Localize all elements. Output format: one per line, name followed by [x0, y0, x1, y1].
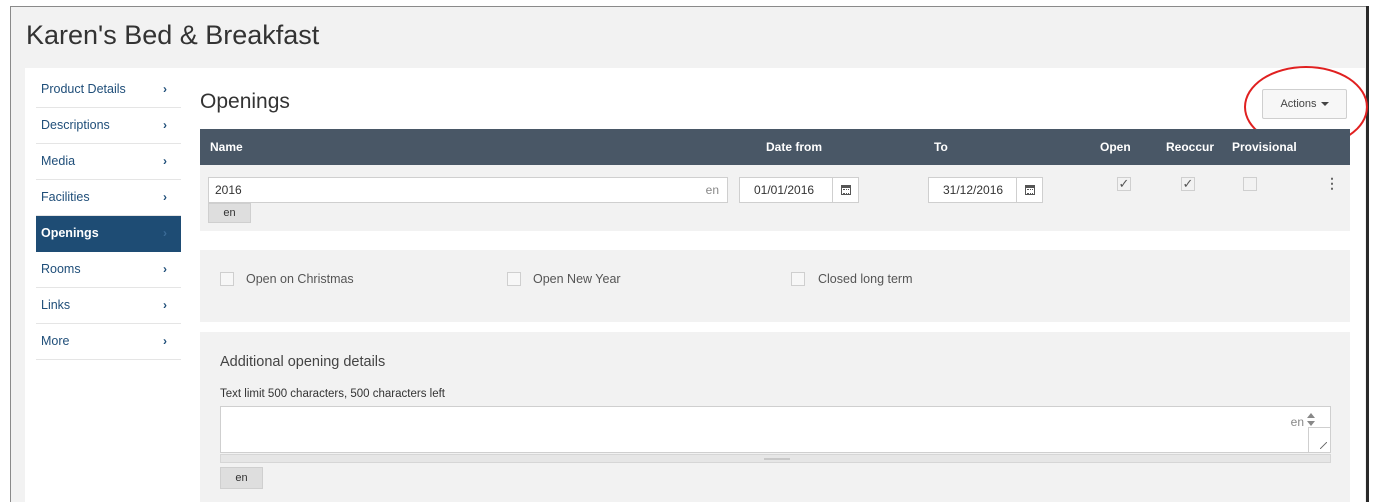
- sidebar-item-product-details[interactable]: Product Details ›: [36, 72, 181, 108]
- options-panel: [200, 250, 1350, 322]
- spinner-icon[interactable]: [1307, 412, 1316, 428]
- sidebar-item-label: Facilities: [41, 190, 90, 204]
- text-limit-note: Text limit 500 characters, 500 character…: [220, 388, 445, 400]
- closed-long-term-checkbox[interactable]: [791, 272, 805, 286]
- sidebar-item-more[interactable]: More ›: [36, 324, 181, 360]
- date-from-value: 01/01/2016: [754, 183, 815, 197]
- column-header-reoccur: Reoccur: [1166, 140, 1215, 154]
- sidebar-item-label: Media: [41, 154, 76, 168]
- date-to-value: 31/12/2016: [943, 183, 1004, 197]
- chevron-right-icon: ›: [163, 334, 167, 348]
- column-header-name: Name: [210, 140, 243, 154]
- calendar-icon[interactable]: [832, 178, 858, 202]
- additional-details-textarea[interactable]: en: [220, 406, 1331, 453]
- column-header-to: To: [934, 140, 948, 154]
- chevron-right-icon: ›: [163, 262, 167, 276]
- chevron-right-icon: ›: [163, 190, 167, 204]
- open-checkbox[interactable]: ✓: [1117, 177, 1131, 191]
- sidebar-item-label: Rooms: [41, 262, 81, 276]
- window-edge: [1366, 6, 1369, 502]
- chevron-right-icon: ›: [163, 298, 167, 312]
- reoccur-checkbox[interactable]: ✓: [1181, 177, 1195, 191]
- open-on-christmas-checkbox[interactable]: [220, 272, 234, 286]
- language-indicator: en: [705, 183, 719, 197]
- sidebar-item-descriptions[interactable]: Descriptions ›: [36, 108, 181, 144]
- language-tab-en[interactable]: en: [220, 467, 263, 489]
- language-tab-en[interactable]: en: [208, 203, 251, 223]
- sidebar-item-label: More: [41, 334, 70, 348]
- resize-handle-icon[interactable]: [1308, 427, 1330, 452]
- calendar-icon[interactable]: [1016, 178, 1042, 202]
- open-new-year-checkbox[interactable]: [507, 272, 521, 286]
- chevron-right-icon: ›: [163, 82, 167, 96]
- closed-long-term-label: Closed long term: [818, 272, 913, 286]
- sidebar: Product Details › Descriptions › Media ›…: [36, 72, 181, 360]
- openings-table-header: Name Date from To Open Reoccur Provision…: [200, 129, 1350, 165]
- sidebar-item-label: Openings: [41, 226, 99, 240]
- sidebar-item-openings[interactable]: Openings ›: [36, 216, 181, 252]
- checkmark-icon: ✓: [1118, 176, 1130, 191]
- opening-name-input[interactable]: 2016 en: [208, 177, 728, 203]
- date-to-input[interactable]: 31/12/2016: [928, 177, 1043, 203]
- open-on-christmas-label: Open on Christmas: [246, 272, 354, 286]
- sidebar-item-links[interactable]: Links ›: [36, 288, 181, 324]
- sidebar-item-facilities[interactable]: Facilities ›: [36, 180, 181, 216]
- column-header-date-from: Date from: [766, 140, 823, 154]
- additional-details-title: Additional opening details: [220, 354, 386, 370]
- sidebar-item-label: Descriptions: [41, 118, 110, 132]
- chevron-right-icon: ›: [163, 154, 167, 168]
- date-from-input[interactable]: 01/01/2016: [739, 177, 859, 203]
- provisional-checkbox[interactable]: [1243, 177, 1257, 191]
- sidebar-item-rooms[interactable]: Rooms ›: [36, 252, 181, 288]
- checkmark-icon: ✓: [1182, 176, 1194, 191]
- sidebar-item-label: Product Details: [41, 82, 126, 96]
- section-title: Openings: [200, 90, 290, 113]
- column-header-open: Open: [1100, 140, 1131, 154]
- chevron-right-icon: ›: [163, 118, 167, 132]
- sidebar-item-label: Links: [41, 298, 71, 312]
- sidebar-item-media[interactable]: Media ›: [36, 144, 181, 180]
- chevron-right-icon: ›: [163, 226, 167, 240]
- textarea-resize-bar[interactable]: [220, 454, 1331, 463]
- column-header-provisional: Provisional: [1232, 140, 1297, 154]
- kebab-menu-icon[interactable]: ⋮: [1325, 176, 1339, 190]
- language-indicator: en: [1290, 415, 1304, 429]
- opening-name-value: 2016: [215, 183, 242, 197]
- page-title: Karen's Bed & Breakfast: [26, 20, 320, 50]
- open-new-year-label: Open New Year: [533, 272, 621, 286]
